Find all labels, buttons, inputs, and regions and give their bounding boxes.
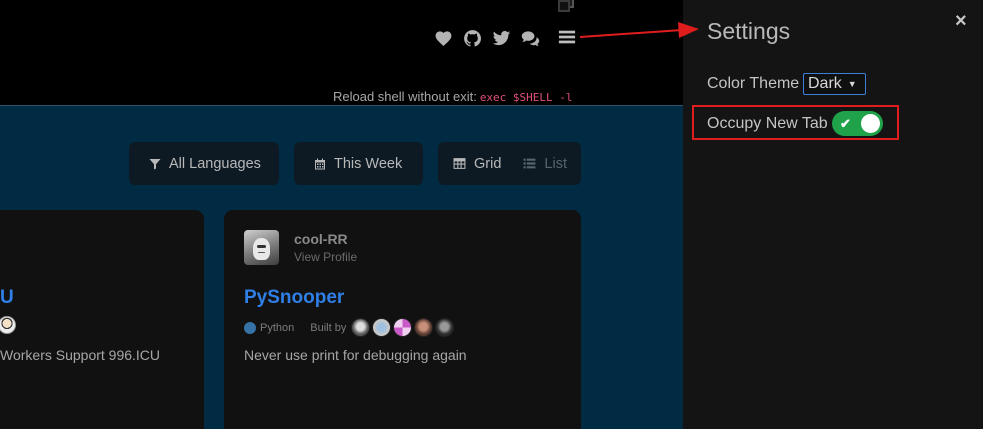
language-filter-button[interactable]: All Languages [129, 142, 279, 185]
color-theme-value: Dark [808, 75, 842, 92]
grid-view-button[interactable]: Grid [453, 156, 501, 172]
occupy-new-tab-label: Occupy New Tab [707, 115, 828, 132]
github-icon[interactable] [462, 28, 482, 48]
caret-down-icon: ▼ [847, 79, 857, 89]
top-header: Reload shell without exit: exec $SHELL -l [0, 0, 683, 106]
settings-title: Settings [707, 18, 791, 44]
hamburger-menu-icon[interactable] [558, 28, 578, 48]
occupy-new-tab-highlight: Occupy New Tab ✔ [692, 105, 899, 140]
built-by-label: Built by [310, 321, 347, 334]
settings-panel: Settings × Color Theme Dark ▼ Occupy New… [683, 0, 983, 429]
color-theme-label: Color Theme [707, 75, 800, 92]
contributor-avatar[interactable] [393, 318, 413, 337]
filter-icon [149, 158, 161, 169]
grid-view-label: Grid [474, 155, 502, 172]
twitter-icon[interactable] [491, 28, 511, 48]
check-icon: ✔ [840, 116, 851, 131]
repo-title-link[interactable]: U [0, 287, 14, 309]
header-icon-group [433, 28, 540, 48]
contributor-avatar[interactable] [435, 318, 455, 337]
contributor-avatar[interactable] [414, 318, 434, 337]
heart-icon[interactable] [433, 28, 453, 48]
calendar-icon [315, 158, 325, 169]
view-toggle-group: Grid List [438, 142, 581, 185]
repo-description: Workers Support 996.ICU [0, 347, 161, 363]
author-avatar[interactable] [244, 230, 279, 265]
list-icon [523, 158, 536, 169]
repo-meta: Python Built by [244, 318, 455, 337]
contributor-avatar[interactable] [351, 318, 371, 337]
repo-description: Never use print for debugging again [244, 347, 467, 363]
occupy-new-tab-toggle[interactable]: ✔ [832, 111, 883, 136]
close-icon[interactable]: × [955, 10, 967, 33]
repo-card: cool-RR View Profile PySnooper Python Bu… [224, 210, 581, 429]
reload-hint: Reload shell without exit: exec $SHELL -l [333, 89, 573, 104]
window-copy-icon [558, 0, 574, 12]
period-filter-label: This Week [334, 155, 403, 172]
language-filter-label: All Languages [169, 155, 261, 172]
repo-title-link[interactable]: PySnooper [244, 287, 344, 309]
language-color-dot [244, 321, 256, 334]
toggle-knob [861, 114, 880, 133]
list-view-button[interactable]: List [523, 156, 567, 172]
period-filter-button[interactable]: This Week [294, 142, 423, 185]
reload-command: exec $SHELL -l [479, 91, 573, 104]
repo-language: Python [260, 321, 295, 334]
table-icon [453, 158, 466, 169]
reload-hint-text: Reload shell without exit: [333, 89, 477, 104]
repo-card: U Workers Support 996.ICU [0, 210, 204, 429]
author-name[interactable]: cool-RR [294, 231, 348, 247]
contributor-avatar[interactable] [0, 316, 16, 334]
contributor-avatar[interactable] [372, 318, 392, 337]
view-profile-link[interactable]: View Profile [294, 250, 357, 264]
color-theme-select[interactable]: Dark ▼ [803, 73, 866, 95]
comments-icon[interactable] [520, 28, 540, 48]
list-view-label: List [544, 155, 567, 172]
